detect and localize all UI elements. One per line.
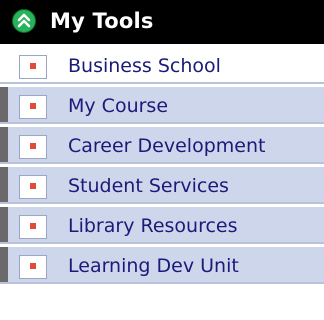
menu-item-label: Learning Dev Unit <box>68 255 239 277</box>
left-bar <box>0 247 8 282</box>
bullet-box <box>19 215 47 239</box>
bullet-icon <box>30 183 36 189</box>
left-bar <box>0 87 8 122</box>
menu-item-learning-dev-unit[interactable]: Learning Dev Unit <box>0 246 324 284</box>
menu-item-label: Student Services <box>68 175 229 197</box>
bullet-box <box>19 255 47 279</box>
menu-item-student-services[interactable]: Student Services <box>0 166 324 204</box>
bullet-icon <box>30 263 36 269</box>
menu-item-label: Business School <box>68 55 221 77</box>
left-bar <box>0 167 8 202</box>
collapse-chevron-up-icon[interactable] <box>12 9 36 33</box>
menu-item-career-development[interactable]: Career Development <box>0 126 324 164</box>
bullet-box <box>19 55 47 79</box>
bullet-box <box>19 135 47 159</box>
menu-item-label: Library Resources <box>68 215 238 237</box>
bullet-box <box>19 95 47 119</box>
menu-item-label: My Course <box>68 95 169 117</box>
left-bar <box>0 127 8 162</box>
panel-header[interactable]: My Tools <box>0 0 324 44</box>
left-bar <box>0 207 8 242</box>
panel-title: My Tools <box>50 9 154 33</box>
bullet-box <box>19 175 47 199</box>
menu-item-my-course[interactable]: My Course <box>0 86 324 124</box>
menu-item-library-resources[interactable]: Library Resources <box>0 206 324 244</box>
bullet-icon <box>30 143 36 149</box>
menu-item-business-school[interactable]: Business School <box>0 46 324 84</box>
bullet-icon <box>30 103 36 109</box>
bullet-icon <box>30 63 36 69</box>
bullet-icon <box>30 223 36 229</box>
my-tools-panel: My Tools Business School My Course Caree… <box>0 0 324 320</box>
menu-item-label: Career Development <box>68 135 266 157</box>
